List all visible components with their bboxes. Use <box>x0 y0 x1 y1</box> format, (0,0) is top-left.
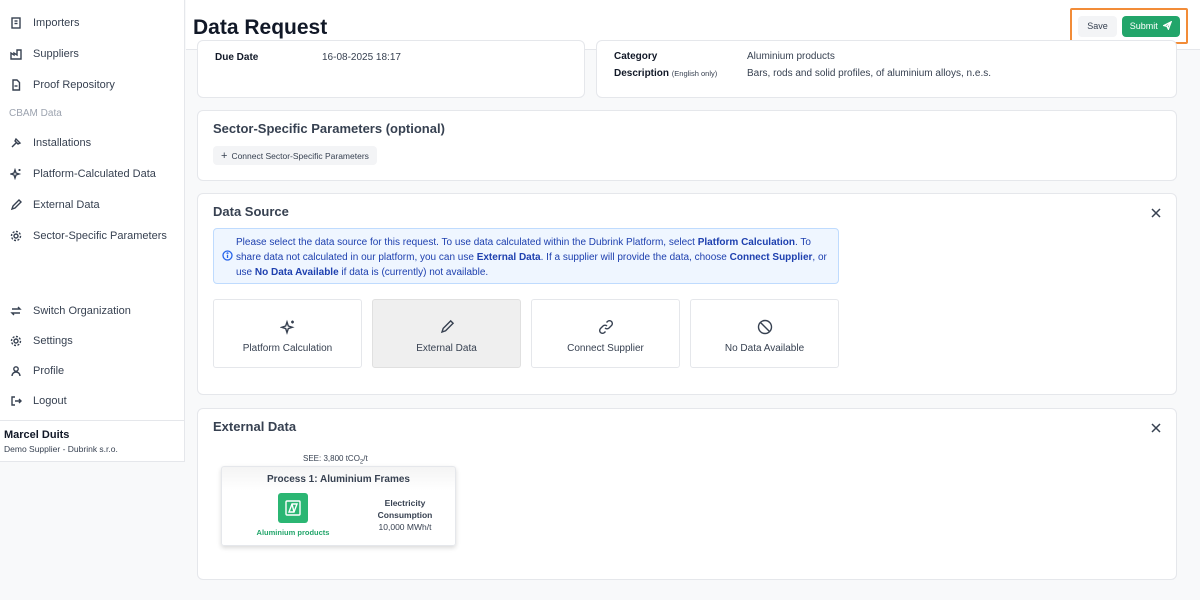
source-option-label: External Data <box>416 343 477 354</box>
description-label: Description (English only) <box>614 68 717 79</box>
info-text-1: Please select the data source for this r… <box>236 237 698 248</box>
source-option-no-data-available[interactable]: No Data Available <box>690 299 839 368</box>
header-actions: Save Submit <box>1070 8 1188 44</box>
sidebar-item-external-data[interactable]: External Data <box>0 193 184 217</box>
sidebar-item-sector-specific-parameters[interactable]: Sector-Specific Parameters <box>0 224 184 248</box>
metric-name: Electricity Consumption <box>377 498 433 520</box>
sidebar-item-label: Proof Repository <box>33 79 115 91</box>
info-icon <box>222 250 233 261</box>
source-option-label: No Data Available <box>724 343 805 354</box>
category-value: Aluminium products <box>747 51 835 62</box>
sidebar-item-label: External Data <box>33 199 100 211</box>
sector-params-title: Sector-Specific Parameters (optional) <box>213 121 445 136</box>
info-bold-external-data: External Data <box>476 252 541 263</box>
external-data-card: External Data SEE: 3,800 tCO2/t Process … <box>197 408 1177 580</box>
logout-icon <box>9 394 23 408</box>
source-option-external-data[interactable]: External Data <box>372 299 521 368</box>
link-icon <box>598 319 614 335</box>
external-data-title: External Data <box>213 419 297 434</box>
sidebar-item-label: Sector-Specific Parameters <box>33 230 167 242</box>
connect-sector-params-label: Connect Sector-Specific Parameters <box>231 150 369 161</box>
source-option-label: Connect Supplier <box>567 343 644 354</box>
see-suffix: /t <box>363 454 368 463</box>
sidebar-item-importers[interactable]: Importers <box>0 11 184 35</box>
ban-icon <box>757 319 773 335</box>
sidebar-item-label: Switch Organization <box>33 305 131 317</box>
plus-icon: + <box>221 149 228 162</box>
sidebar-item-installations[interactable]: Installations <box>0 131 184 155</box>
info-bold-platform-calculation: Platform Calculation <box>697 237 795 248</box>
description-label-text: Description <box>614 68 670 79</box>
close-icon[interactable] <box>1150 421 1162 433</box>
sparkle-icon <box>9 167 23 181</box>
submit-button[interactable]: Submit <box>1121 15 1180 37</box>
sidebar-item-label: Platform-Calculated Data <box>33 168 156 180</box>
info-text-3: . If a supplier will provide the data, c… <box>540 252 730 263</box>
pencil-icon <box>9 198 23 212</box>
description-note: (English only) <box>671 69 718 78</box>
product-label: Aluminium products <box>256 528 330 537</box>
process-title: Process 1: Aluminium Frames <box>266 474 410 485</box>
info-bold-no-data-available: No Data Available <box>254 267 339 278</box>
document-icon <box>9 78 23 92</box>
metric-value: 10,000 MWh/t <box>378 522 432 532</box>
sidebar-item-proof-repository[interactable]: Proof Repository <box>0 73 184 97</box>
factory-icon <box>9 47 23 61</box>
close-icon[interactable] <box>1150 206 1162 218</box>
due-date-label: Due Date <box>215 52 259 63</box>
data-source-card: Data Source Please select the data sourc… <box>197 193 1177 395</box>
sidebar-item-settings[interactable]: Settings <box>0 329 184 353</box>
request-info-card-right: Category Aluminium products Description … <box>596 40 1177 98</box>
user-icon <box>9 364 23 378</box>
info-text-5: if data is (currently) not available. <box>338 267 489 278</box>
see-label: SEE: 3,800 tCO2/t <box>303 454 368 466</box>
building-icon <box>9 16 23 30</box>
user-name: Marcel Duits <box>4 429 70 441</box>
process-node[interactable]: Process 1: Aluminium Frames Aluminium pr… <box>221 466 456 546</box>
user-block: Marcel Duits Demo Supplier - Dubrink s.r… <box>0 420 184 462</box>
save-button[interactable]: Save <box>1078 15 1117 37</box>
switch-icon <box>9 304 23 318</box>
user-org: Demo Supplier - Dubrink s.r.o. <box>4 444 118 454</box>
gear-icon <box>9 229 23 243</box>
sidebar-item-label: Suppliers <box>33 48 79 60</box>
hammer-icon <box>9 136 23 150</box>
category-label: Category <box>614 51 658 62</box>
due-date-value: 16-08-2025 18:17 <box>322 52 401 63</box>
sector-params-card: Sector-Specific Parameters (optional) + … <box>197 110 1177 181</box>
page-title: Data Request <box>193 16 328 39</box>
sidebar-item-switch-organization[interactable]: Switch Organization <box>0 299 184 323</box>
sidebar-item-label: Logout <box>33 395 67 407</box>
section-label-cbam: CBAM Data <box>9 108 62 119</box>
sidebar-item-suppliers[interactable]: Suppliers <box>0 42 184 66</box>
info-bold-connect-supplier: Connect Supplier <box>729 252 813 263</box>
pencil-icon <box>439 319 455 335</box>
sidebar-item-logout[interactable]: Logout <box>0 389 184 413</box>
connect-sector-params-button[interactable]: + Connect Sector-Specific Parameters <box>213 146 377 165</box>
see-prefix: SEE: 3,800 tCO <box>303 454 360 463</box>
submit-button-label: Submit <box>1129 21 1158 31</box>
sidebar-item-label: Importers <box>33 17 80 29</box>
sparkle-icon <box>279 319 296 335</box>
gear-icon <box>9 334 23 348</box>
sidebar-item-label: Settings <box>33 335 73 347</box>
sidebar: Importers Suppliers Proof Repository CBA… <box>0 0 185 462</box>
send-icon <box>1161 20 1173 32</box>
sidebar-item-label: Profile <box>33 365 65 377</box>
source-option-platform-calculation[interactable]: Platform Calculation <box>213 299 362 368</box>
sidebar-item-platform-calculated-data[interactable]: Platform-Calculated Data <box>0 162 184 186</box>
data-source-info: Please select the data source for this r… <box>213 228 839 284</box>
description-value: Bars, rods and solid profiles, of alumin… <box>747 68 991 79</box>
request-info-card-left: Due Date 16-08-2025 18:17 <box>197 40 585 98</box>
data-source-title: Data Source <box>213 204 289 219</box>
source-option-connect-supplier[interactable]: Connect Supplier <box>531 299 680 368</box>
source-option-label: Platform Calculation <box>242 343 333 354</box>
sidebar-item-profile[interactable]: Profile <box>0 359 184 383</box>
aluminium-icon <box>278 493 308 523</box>
sidebar-item-label: Installations <box>33 137 92 149</box>
